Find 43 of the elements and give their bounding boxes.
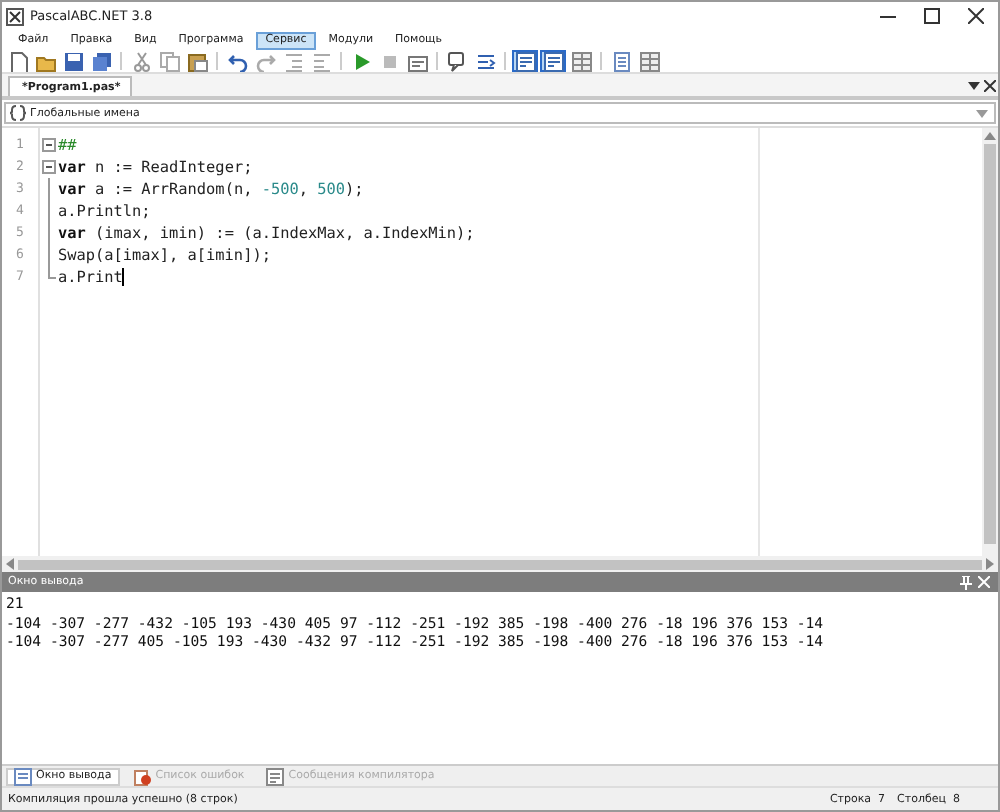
toolbar-button[interactable] [512,50,538,72]
close-panel-button[interactable] [976,574,992,590]
document-icon [266,767,285,785]
horizontal-scrollbar[interactable] [2,556,998,572]
scroll-thumb[interactable] [18,559,982,569]
caret-icon [968,81,980,89]
pin-button[interactable] [958,574,974,590]
toolbar-button[interactable] [404,50,430,72]
fold-toggle-icon [42,160,56,174]
scroll-up-icon [984,132,996,140]
toolbar-button[interactable] [472,50,498,72]
error-list-icon [133,767,152,785]
redo-icon [255,51,275,71]
toolbar-button[interactable] [540,50,566,72]
tab-list-button[interactable] [966,77,982,93]
close-tab-button[interactable] [982,77,998,93]
toolbar-button[interactable] [88,50,114,72]
toolbar-button[interactable] [444,50,470,72]
undo-icon [227,51,247,71]
toolbar-button[interactable] [568,50,594,72]
dropdown-arrow-icon [976,109,988,117]
outdent-icon [311,51,331,71]
toolbar-button[interactable] [608,50,634,72]
floppy-disks-icon [91,51,111,71]
window-icon [14,767,32,785]
fold-toggle-icon [42,138,56,152]
scroll-thumb[interactable] [984,144,996,544]
close-icon [984,79,996,91]
toolbar-button[interactable] [636,50,662,72]
vertical-scrollbar[interactable] [982,128,998,556]
braces-icon [10,104,26,122]
pin-icon [960,575,972,589]
indent-icon [283,51,303,71]
close-icon [978,576,990,588]
lines-icon [475,51,495,71]
text-cursor [122,268,125,287]
scissors-icon [131,51,151,71]
toolbar-button[interactable] [184,50,210,72]
stop-icon [379,51,399,71]
maximize-icon [924,8,940,24]
toolbar-button[interactable] [224,50,250,72]
close-icon [968,8,984,24]
toolbar-button[interactable] [60,50,86,72]
